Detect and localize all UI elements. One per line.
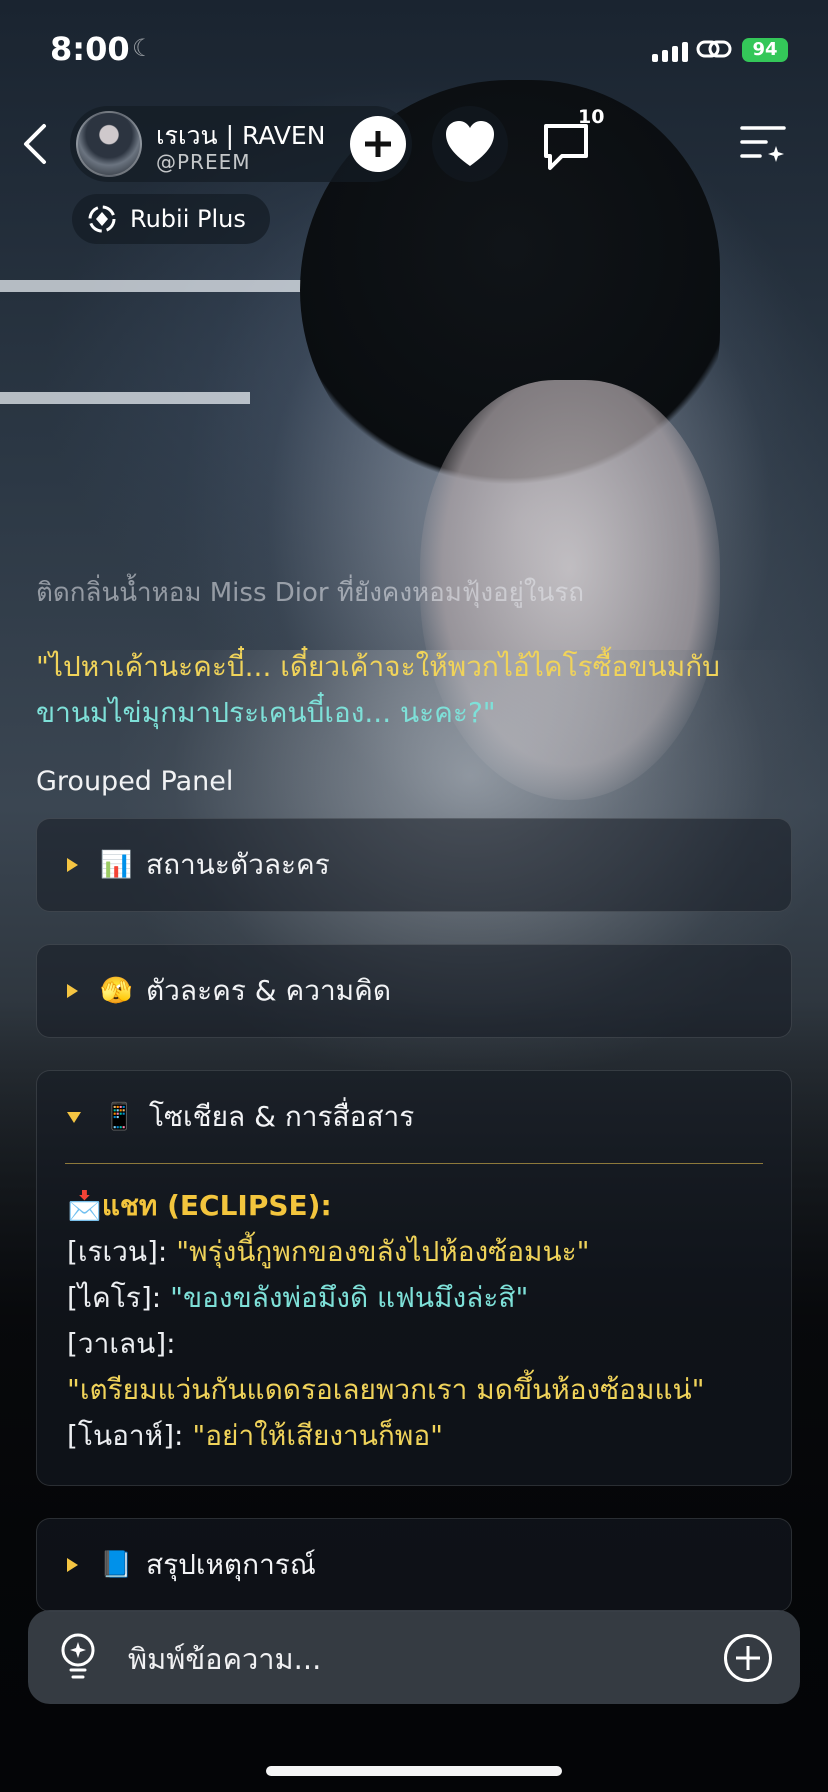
chat-header: 📩แชท (ECLIPSE): [67, 1189, 332, 1222]
chat-message: "อย่าให้เสียงานก็พอ" [192, 1419, 444, 1452]
battery-indicator: 94 [742, 38, 788, 62]
panel-social-communication[interactable]: 📱 โซเชียล & การสื่อสาร 📩แชท (ECLIPSE): [… [36, 1070, 792, 1486]
home-indicator[interactable] [266, 1766, 562, 1776]
like-button[interactable] [432, 106, 508, 182]
caret-right-icon [67, 858, 78, 872]
moon-icon: ☾ [132, 34, 154, 62]
rubii-swirl-icon [88, 205, 116, 233]
caret-right-icon [67, 984, 78, 998]
rubii-plus-badge[interactable]: Rubii Plus [72, 194, 270, 244]
story-quote: "ไปหาเค้านะคะบี๋... เดี๋ยวเค้าจะให้พวกไอ… [36, 644, 796, 736]
story-quote-part1: "ไปหาเค้านะคะบี๋... เดี๋ยวเค้าจะให้พวกไอ… [36, 650, 720, 683]
panel-event-summary[interactable]: 📘 สรุปเหตุการณ์ [36, 1518, 792, 1612]
chat-line: "เตรียมแว่นกันแดดรอเลยพวกเรา มดขึ้นห้องซ… [67, 1367, 771, 1413]
message-input-bar[interactable]: พิมพ์ข้อความ... [28, 1610, 800, 1704]
caret-right-icon [67, 1558, 78, 1572]
caret-down-icon [67, 1111, 81, 1123]
rubii-plus-label: Rubii Plus [130, 205, 246, 233]
story-quote-part2: ขานมไข่มุกมาประเคนบี๋เอง... นะคะ?" [36, 696, 496, 729]
panel-label: สรุปเหตุการณ์ [146, 1548, 316, 1581]
chat-line: [เรเวน]: "พรุ่งนี้กูพกของขลังไปห้องซ้อมน… [67, 1229, 771, 1275]
chat-speaker: [โนอาห์]: [67, 1419, 193, 1452]
chat-line: [โนอาห์]: "อย่าให้เสียงานก็พอ" [67, 1413, 771, 1459]
avatar[interactable] [76, 111, 142, 177]
panel-character-status[interactable]: 📊 สถานะตัวละคร [36, 818, 792, 912]
chat-log: 📩แชท (ECLIPSE): [เรเวน]: "พรุ่งนี้กูพกขอ… [67, 1183, 771, 1459]
panel-character-thoughts[interactable]: 🫣 ตัวละคร & ความคิด [36, 944, 792, 1038]
panel-label: สถานะตัวละคร [146, 848, 330, 881]
panel-divider [65, 1163, 763, 1164]
lightbulb-icon[interactable] [56, 1632, 100, 1682]
signal-icon [652, 42, 688, 62]
book-icon: 📘 [100, 1550, 133, 1580]
chart-icon: 📊 [100, 850, 133, 880]
chat-speaker: [ไคโร]: [67, 1281, 171, 1314]
profile-handle: @PREEM [156, 150, 251, 174]
story-faded-line: ติดกลิ่นน้ำหอม Miss Dior ที่ยังคงหอมฟุ้ง… [36, 578, 585, 608]
menu-sparkle-icon[interactable] [740, 122, 786, 164]
chat-speaker: [เรเวน]: [67, 1235, 177, 1268]
panel-label: ตัวละคร & ความคิด [146, 974, 392, 1007]
profile-pill[interactable]: เรเวน | RAVEN @PREEM [70, 106, 412, 182]
message-input[interactable]: พิมพ์ข้อความ... [128, 1636, 321, 1682]
chat-line: [ไคโร]: "ของขลังพ่อมึงดิ แฟนมึงล่ะสิ" [67, 1275, 771, 1321]
peeking-face-icon: 🫣 [100, 976, 133, 1006]
status-bar: 8:00 ☾ 94 [0, 28, 828, 72]
grouped-panel-title: Grouped Panel [36, 766, 234, 797]
chat-speaker: [วาเลน]: [67, 1327, 176, 1360]
link-icon [696, 40, 732, 58]
status-time: 8:00 [50, 30, 130, 68]
chat-message: "เตรียมแว่นกันแดดรอเลยพวกเรา มดขึ้นห้องซ… [67, 1373, 705, 1406]
panel-label: โซเชียล & การสื่อสาร [149, 1100, 415, 1133]
chat-line: [วาเลน]: [67, 1321, 771, 1367]
chat-message: "ของขลังพ่อมึงดิ แฟนมึงล่ะสิ" [170, 1281, 529, 1314]
phone-icon: 📱 [103, 1102, 136, 1132]
follow-button[interactable] [350, 116, 406, 172]
plus-circle-icon[interactable] [724, 1634, 772, 1682]
chat-message: "พรุ่งนี้กูพกของขลังไปห้องซ้อมนะ" [176, 1235, 590, 1268]
comment-count: 10 [578, 106, 605, 128]
chevron-left-icon[interactable] [20, 122, 50, 166]
heart-icon [446, 121, 494, 166]
